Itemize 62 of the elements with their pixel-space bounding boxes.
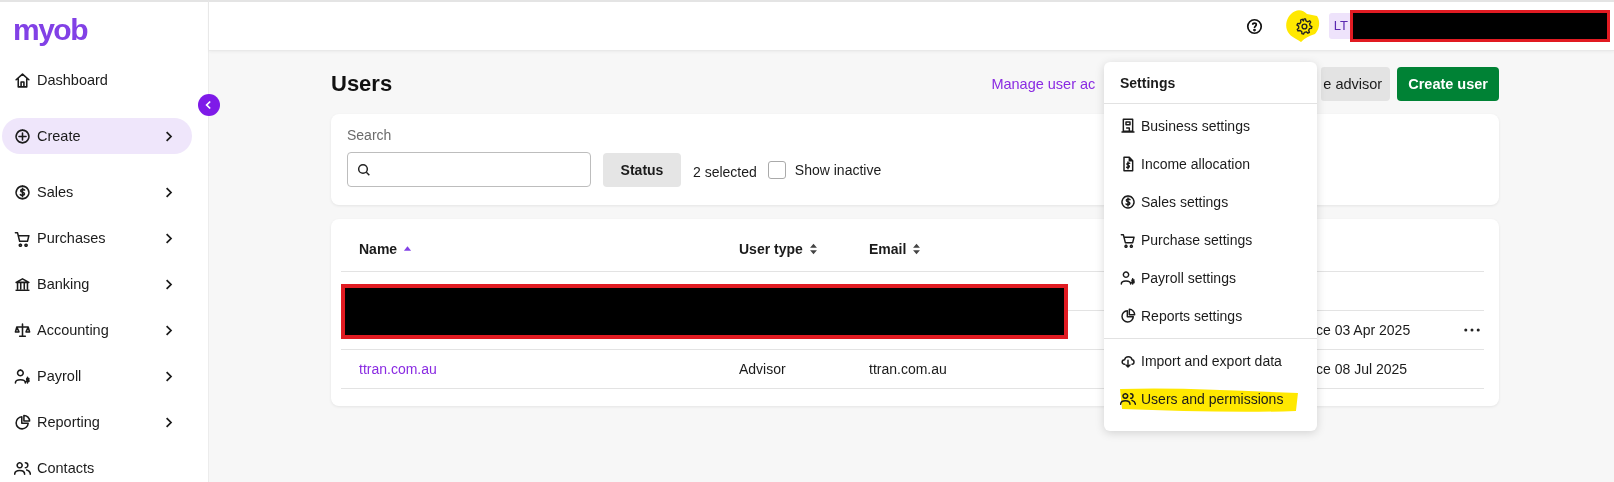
sidebar-item[interactable]: Banking [2, 266, 192, 302]
menu-item-icon [1120, 308, 1136, 324]
search-icon [356, 161, 372, 178]
column-header[interactable]: Email [869, 241, 907, 257]
sidebar-item[interactable]: Reporting [2, 404, 192, 440]
manage-link[interactable]: Manage user ac [991, 76, 1096, 92]
sidebar-item[interactable]: Accounting [2, 312, 192, 348]
nav-icon [14, 459, 31, 477]
menu-item-icon [1120, 194, 1136, 210]
create-user-button[interactable]: Create user [1397, 67, 1499, 101]
settings-icon[interactable] [1294, 17, 1313, 35]
page-title: Users [331, 71, 393, 97]
menu-item-icon [1120, 232, 1136, 248]
table-cell: ce 03 Apr 2025 [1316, 322, 1411, 338]
status-count: 2 selected [693, 163, 757, 180]
nav-icon [14, 71, 31, 89]
menu-item[interactable]: Income allocation [1104, 145, 1317, 183]
menu-item-icon [1120, 270, 1136, 286]
table-cell: ttran.com.au [869, 361, 947, 377]
menu-item[interactable]: Sales settings [1104, 183, 1317, 221]
checkbox-label[interactable]: Show inactive [794, 161, 882, 178]
search-field[interactable] [347, 152, 591, 187]
menu-item[interactable]: Import and export data [1104, 342, 1317, 380]
collapse-button[interactable] [198, 94, 220, 116]
table-cell: ce 08 Jul 2025 [1316, 361, 1408, 377]
checkbox[interactable] [767, 160, 786, 179]
sort-icon[interactable] [808, 243, 818, 255]
user-name-link[interactable]: ttran.com.au [359, 361, 437, 377]
sidebar-item[interactable]: Create [2, 118, 192, 154]
nav-icon [14, 229, 31, 247]
search-label: Search [347, 127, 392, 143]
menu-item-icon [1120, 156, 1136, 172]
more-icon[interactable] [1464, 328, 1480, 332]
advisor-button[interactable]: e advisor [1321, 67, 1391, 101]
column-header[interactable]: Name [359, 241, 398, 257]
table-cell: Advisor [739, 361, 786, 377]
menu-item[interactable]: Reports settings [1104, 297, 1317, 335]
menu-item[interactable]: Users and permissions [1104, 380, 1317, 418]
sidebar-item[interactable]: Contacts [2, 450, 192, 482]
menu-item-icon [1120, 391, 1136, 407]
nav-icon [14, 413, 31, 431]
menu-item-icon [1120, 353, 1136, 369]
help-icon[interactable] [1245, 17, 1263, 35]
sidebar-item[interactable]: Purchases [2, 220, 192, 256]
column-header[interactable]: User type [739, 241, 803, 257]
sidebar-item[interactable]: Dashboard [2, 62, 192, 98]
nav-icon [14, 275, 31, 293]
sort-icon[interactable] [912, 243, 922, 255]
user-initials[interactable]: LT [1328, 13, 1350, 39]
nav-icon [14, 127, 31, 145]
nav-icon [14, 321, 31, 339]
menu-item-icon [1120, 118, 1136, 134]
menu-title: Settings [1104, 62, 1317, 104]
sidebar-item[interactable]: Payroll [2, 358, 192, 394]
logo: myob [13, 12, 87, 48]
nav-icon [14, 367, 31, 385]
sidebar-item[interactable]: Sales [2, 174, 192, 210]
menu-item[interactable]: Business settings [1104, 107, 1317, 145]
menu-item[interactable]: Purchase settings [1104, 221, 1317, 259]
nav-icon [14, 183, 31, 201]
menu-item[interactable]: Payroll settings [1104, 259, 1317, 297]
status-button[interactable]: Status [603, 152, 681, 187]
